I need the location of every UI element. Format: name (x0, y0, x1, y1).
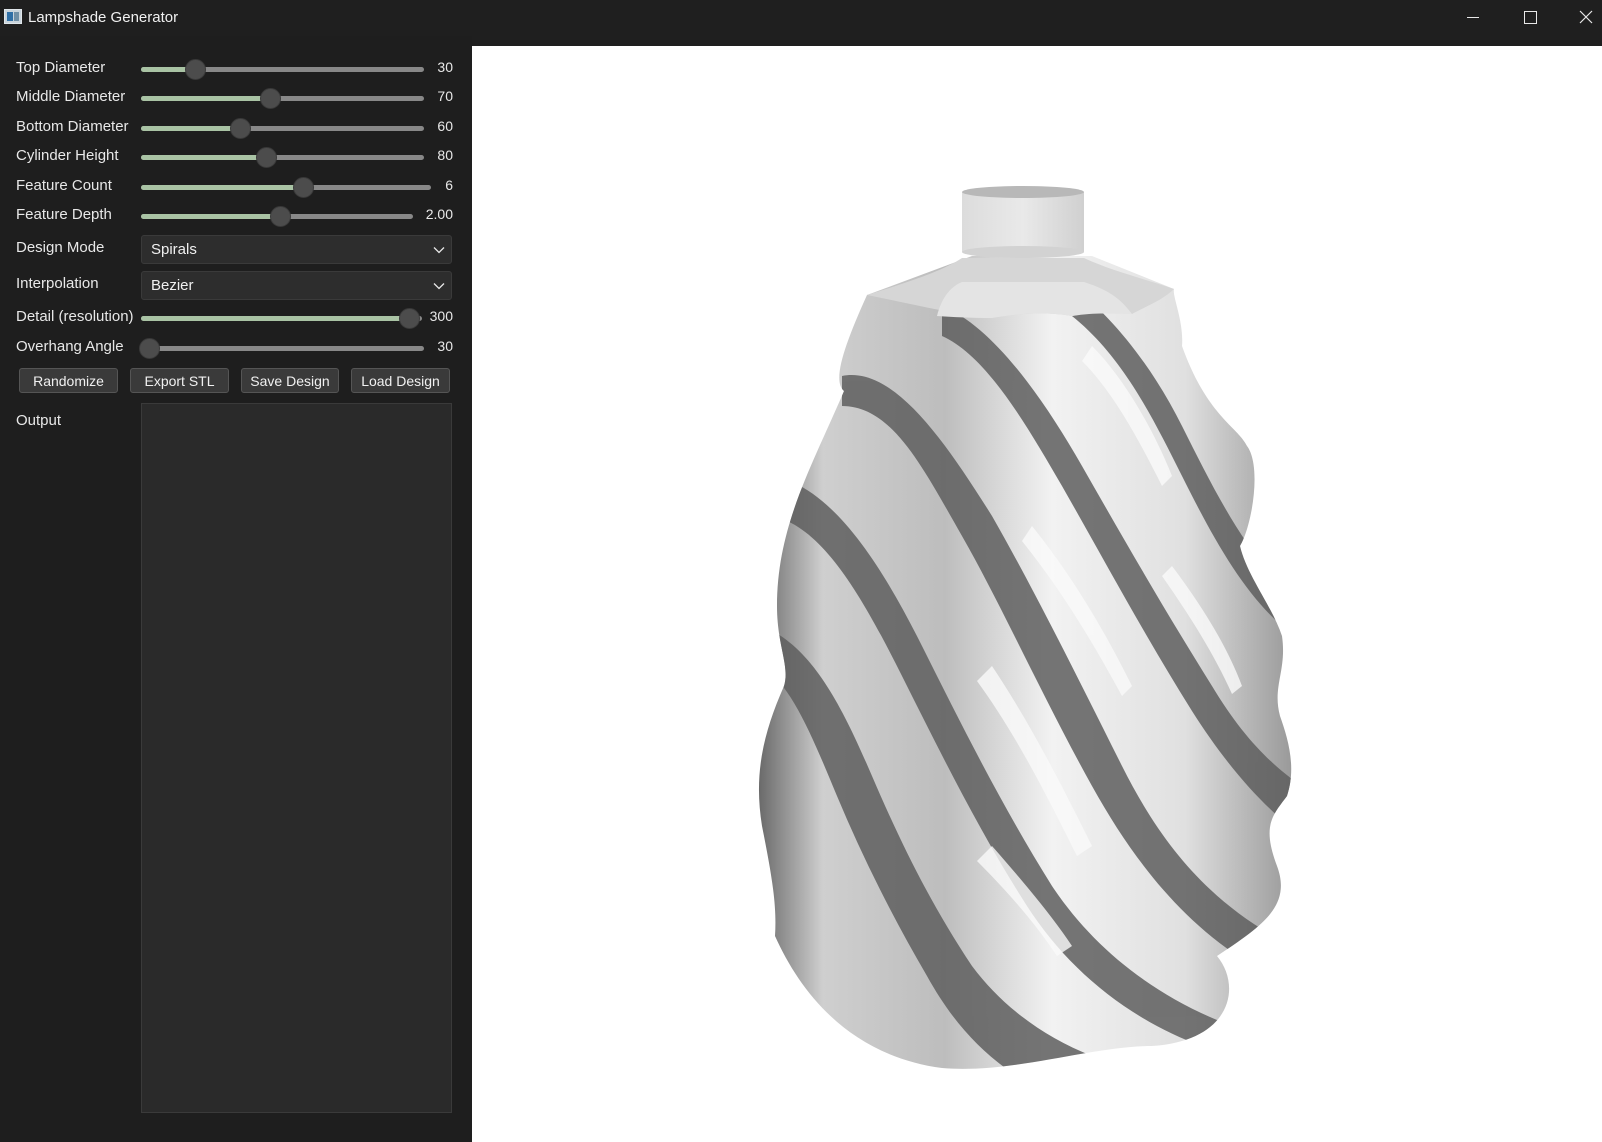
app-window-icon (4, 9, 22, 24)
slider-value: 300 (429, 308, 453, 324)
slider-label: Overhang Angle (16, 338, 124, 355)
slider-row-bottom-diameter: Bottom Diameter 60 (0, 114, 472, 142)
minimize-icon[interactable] (1450, 0, 1496, 34)
interpolation-row: Interpolation Bezier (0, 271, 472, 300)
slider-label: Feature Count (16, 177, 112, 194)
slider-value: 30 (437, 338, 453, 354)
window-title: Lampshade Generator (28, 9, 179, 26)
slider-label: Feature Depth (16, 206, 112, 223)
overhang-angle-slider[interactable] (139, 338, 424, 359)
interpolation-value: Bezier (151, 277, 194, 294)
feature-count-slider[interactable] (141, 177, 431, 198)
slider-thumb[interactable] (399, 308, 420, 329)
slider-fill (141, 126, 240, 131)
bottom-diameter-slider[interactable] (141, 118, 424, 139)
detail-resolution-slider[interactable] (141, 308, 422, 329)
export-stl-button[interactable]: Export STL (130, 368, 229, 393)
slider-thumb[interactable] (230, 118, 251, 139)
slider-value: 30 (437, 59, 453, 75)
output-label: Output (16, 412, 62, 429)
3d-viewport[interactable] (472, 46, 1602, 1142)
slider-value: 70 (437, 88, 453, 104)
slider-row-feature-depth: Feature Depth 2.00 (0, 202, 472, 230)
control-panel: Top Diameter 30 Middle Diameter 70 Botto… (0, 36, 472, 1142)
slider-label: Bottom Diameter (16, 118, 129, 135)
middle-diameter-slider[interactable] (141, 88, 424, 109)
title-bar: Lampshade Generator (0, 0, 1602, 36)
slider-fill (141, 155, 266, 160)
slider-row-detail-resolution: Detail (resolution) 300 (0, 304, 472, 332)
slider-row-middle-diameter: Middle Diameter 70 (0, 84, 472, 112)
slider-thumb[interactable] (270, 206, 291, 227)
slider-label: Middle Diameter (16, 88, 126, 105)
slider-fill (141, 185, 303, 190)
lampshade-model[interactable] (472, 46, 1602, 1142)
slider-thumb[interactable] (293, 177, 314, 198)
design-mode-value: Spirals (151, 241, 197, 258)
close-icon[interactable] (1563, 0, 1602, 34)
design-mode-label: Design Mode (16, 239, 105, 256)
slider-label: Detail (resolution) (16, 308, 134, 325)
slider-fill (141, 96, 270, 101)
slider-thumb[interactable] (256, 147, 277, 168)
interpolation-label: Interpolation (16, 275, 99, 292)
slider-value: 80 (437, 147, 453, 163)
maximize-icon[interactable] (1507, 0, 1553, 34)
cylinder-height-slider[interactable] (141, 147, 424, 168)
slider-label: Top Diameter (16, 59, 106, 76)
slider-row-top-diameter: Top Diameter 30 (0, 55, 472, 83)
slider-fill (141, 214, 280, 219)
slider-value: 6 (445, 177, 453, 193)
slider-thumb[interactable] (139, 338, 160, 359)
chevron-down-icon (433, 247, 445, 254)
load-design-button[interactable]: Load Design (351, 368, 450, 393)
slider-value: 2.00 (425, 206, 453, 222)
feature-depth-slider[interactable] (141, 206, 413, 227)
interpolation-select[interactable]: Bezier (141, 271, 452, 300)
slider-thumb[interactable] (260, 88, 281, 109)
design-mode-select[interactable]: Spirals (141, 235, 452, 264)
top-diameter-slider[interactable] (141, 59, 424, 80)
design-mode-row: Design Mode Spirals (0, 235, 472, 264)
slider-row-overhang-angle: Overhang Angle 30 (0, 334, 472, 362)
chevron-down-icon (433, 283, 445, 290)
slider-label: Cylinder Height (16, 147, 119, 164)
slider-value: 60 (437, 118, 453, 134)
slider-row-feature-count: Feature Count 6 (0, 173, 472, 201)
slider-fill (141, 316, 409, 321)
randomize-button[interactable]: Randomize (19, 368, 118, 393)
output-textarea[interactable] (141, 403, 452, 1113)
save-design-button[interactable]: Save Design (241, 368, 339, 393)
slider-thumb[interactable] (185, 59, 206, 80)
slider-row-cylinder-height: Cylinder Height 80 (0, 143, 472, 171)
